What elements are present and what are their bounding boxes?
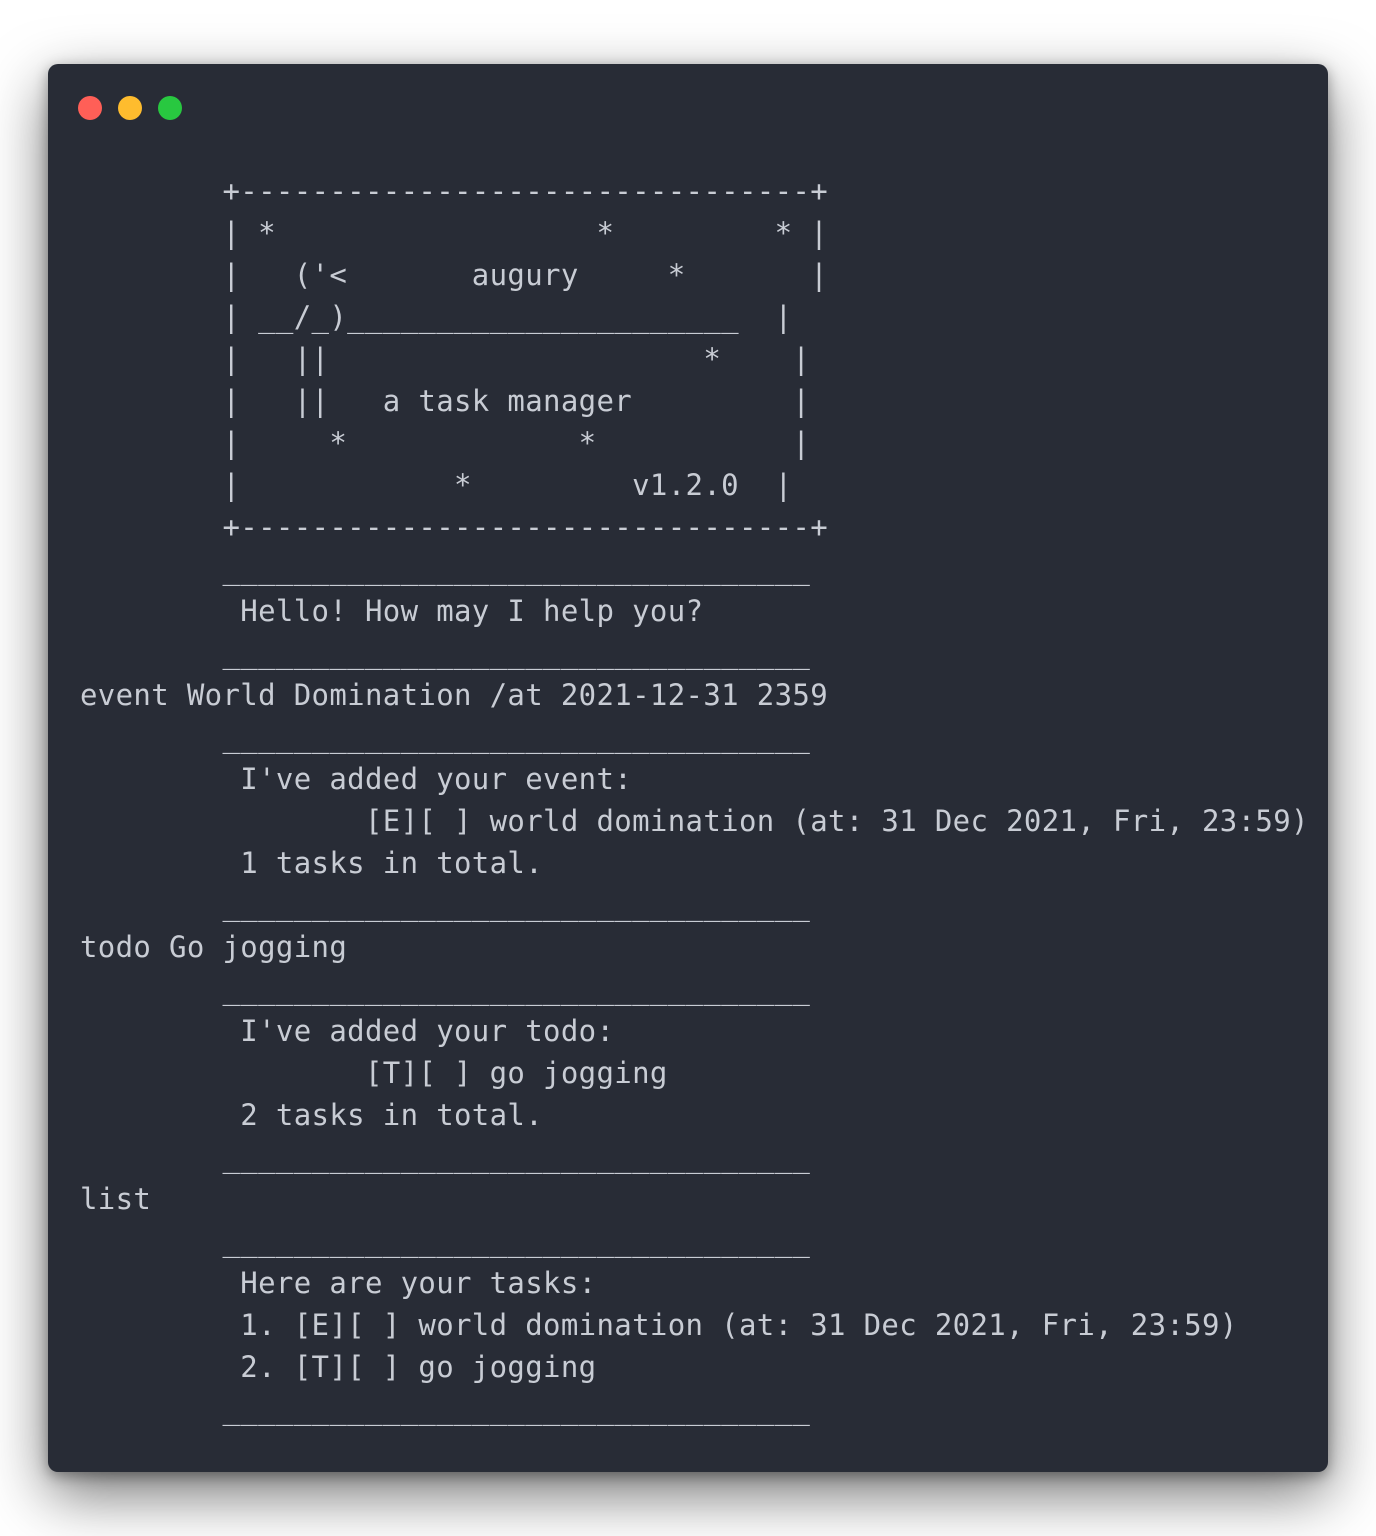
terminal-line: | || * | (80, 342, 811, 376)
terminal-line: | __/_)______________________ | (80, 300, 793, 334)
terminal-line: Hello! How may I help you? (80, 594, 704, 628)
terminal-line: | ('< augury * | (80, 258, 828, 292)
terminal-line: _________________________________ (80, 636, 811, 670)
terminal-line: _________________________________ (80, 552, 811, 586)
terminal-line: [E][ ] world domination (at: 31 Dec 2021… (80, 804, 1309, 838)
terminal-line: todo Go jogging (80, 930, 348, 964)
terminal-line: Here are your tasks: (80, 1266, 597, 1300)
terminal-line: +--------------------------------+ (80, 510, 828, 544)
terminal-line: | * * | (80, 426, 811, 460)
terminal-line: 1. [E][ ] world domination (at: 31 Dec 2… (80, 1308, 1238, 1342)
terminal-line: 1 tasks in total. (80, 846, 544, 880)
close-button[interactable] (78, 96, 102, 120)
terminal-line: _________________________________ (80, 1224, 811, 1258)
terminal-line: _________________________________ (80, 1392, 811, 1426)
terminal-line: | || a task manager | (80, 384, 811, 418)
terminal-line: I've added your todo: (80, 1014, 615, 1048)
terminal-line: I've added your event: (80, 762, 633, 796)
terminal-line: 2. [T][ ] go jogging (80, 1350, 597, 1384)
terminal-line: _________________________________ (80, 972, 811, 1006)
terminal-line: _________________________________ (80, 1140, 811, 1174)
terminal-line: | * * * | (80, 216, 828, 250)
terminal-line: event World Domination /at 2021-12-31 23… (80, 678, 828, 712)
title-bar (48, 64, 1328, 144)
zoom-button[interactable] (158, 96, 182, 120)
terminal-window: +--------------------------------+ | * *… (48, 64, 1328, 1472)
terminal-line: _________________________________ (80, 720, 811, 754)
terminal-line: 2 tasks in total. (80, 1098, 544, 1132)
minimize-button[interactable] (118, 96, 142, 120)
terminal-line: list (80, 1182, 152, 1216)
terminal-line: | * v1.2.0 | (80, 468, 793, 502)
terminal-output[interactable]: +--------------------------------+ | * *… (80, 170, 1309, 1430)
terminal-line: [T][ ] go jogging (80, 1056, 668, 1090)
terminal-line: _________________________________ (80, 888, 811, 922)
terminal-line: +--------------------------------+ (80, 174, 828, 208)
